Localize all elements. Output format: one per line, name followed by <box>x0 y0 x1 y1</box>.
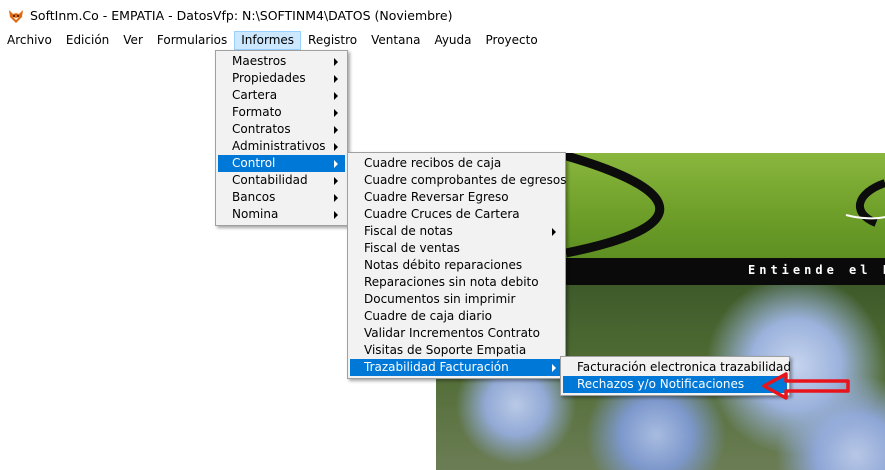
menu-item-label: Cuadre recibos de caja <box>364 156 502 170</box>
submenu-arrow-icon <box>334 211 338 219</box>
menu-item-label: Administrativos <box>232 139 326 153</box>
control-item-cuadre-comprobantes-de-egresos[interactable]: Cuadre comprobantes de egresos <box>350 172 567 189</box>
control-item-fiscal-de-ventas[interactable]: Fiscal de ventas <box>350 240 563 257</box>
menu-item-label: Fiscal de ventas <box>364 241 460 255</box>
menu-ventana[interactable]: Ventana <box>364 31 427 50</box>
banner-tagline: Entiende el Es <box>748 263 885 277</box>
informes-item-nomina[interactable]: Nomina <box>218 206 345 223</box>
menu-ayuda[interactable]: Ayuda <box>427 31 478 50</box>
submenu-arrow-icon <box>334 92 338 100</box>
title-bar: SoftInm.Co - EMPATIA - DatosVfp: N:\SOFT… <box>0 0 885 31</box>
menu-edicion[interactable]: Edición <box>59 31 116 50</box>
menu-item-label: Cuadre de caja diario <box>364 309 493 323</box>
menu-item-label: Visitas de Soporte Empatia <box>364 343 527 357</box>
menu-registro[interactable]: Registro <box>301 31 364 50</box>
informes-item-contratos[interactable]: Contratos <box>218 121 345 138</box>
menu-item-label: Propiedades <box>232 71 306 85</box>
window-title: SoftInm.Co - EMPATIA - DatosVfp: N:\SOFT… <box>30 8 453 23</box>
menu-item-label: Cuadre Reversar Egreso <box>364 190 509 204</box>
control-item-cuadre-reversar-egreso[interactable]: Cuadre Reversar Egreso <box>350 189 563 206</box>
informes-item-administrativos[interactable]: Administrativos <box>218 138 345 155</box>
menu-formularios[interactable]: Formularios <box>150 31 234 50</box>
informes-item-formato[interactable]: Formato <box>218 104 345 121</box>
menu-bar: Archivo Edición Ver Formularios Informes Regi… <box>0 31 885 50</box>
submenu-arrow-icon <box>334 58 338 66</box>
menu-item-label: Validar Incrementos Contrato <box>364 326 540 340</box>
menu-item-label: Contabilidad <box>232 173 308 187</box>
menu-item-label: Formato <box>232 105 282 119</box>
control-item-notas-debito-reparaciones[interactable]: Notas débito reparaciones <box>350 257 563 274</box>
menu-ver[interactable]: Ver <box>116 31 150 50</box>
menu-item-label: Cuadre Cruces de Cartera <box>364 207 520 221</box>
red-arrow-annotation <box>762 372 850 400</box>
control-item-cuadre-de-caja-diario[interactable]: Cuadre de caja diario <box>350 308 563 325</box>
menu-item-label: Bancos <box>232 190 276 204</box>
trazabilidad-submenu: Facturación electronica trazabilidad Rech… <box>560 356 791 396</box>
control-item-reparaciones-sin-nota-debito[interactable]: Reparaciones sin nota debito <box>350 274 563 291</box>
menu-item-label: Documentos sin imprimir <box>364 292 516 306</box>
informes-item-bancos[interactable]: Bancos <box>218 189 345 206</box>
menu-item-label: Trazabilidad Facturación <box>364 360 509 374</box>
menu-item-label: Cartera <box>232 88 278 102</box>
submenu-arrow-icon <box>334 109 338 117</box>
control-item-validar-incrementos-contrato[interactable]: Validar Incrementos Contrato <box>350 325 563 342</box>
submenu-arrow-icon <box>334 194 338 202</box>
fox-icon <box>9 9 23 23</box>
informes-item-propiedades[interactable]: Propiedades <box>218 70 345 87</box>
control-item-fiscal-de-notas[interactable]: Fiscal de notas <box>350 223 563 240</box>
menu-informes[interactable]: Informes <box>234 31 302 50</box>
informes-item-control[interactable]: Control <box>218 155 345 172</box>
submenu-arrow-icon <box>334 177 338 185</box>
submenu-arrow-icon <box>552 364 556 372</box>
submenu-arrow-icon <box>552 228 556 236</box>
menu-item-label: Rechazos y/o Notificaciones <box>577 377 745 391</box>
control-item-cuadre-recibos-de-caja[interactable]: Cuadre recibos de caja <box>350 155 563 172</box>
trazabilidad-item-rechazos-y-o-notificaciones[interactable]: Rechazos y/o Notificaciones <box>563 376 787 393</box>
menu-archivo[interactable]: Archivo <box>0 31 59 50</box>
submenu-arrow-icon <box>334 75 338 83</box>
control-item-trazabilidad-facturacion[interactable]: Trazabilidad Facturación <box>350 359 563 376</box>
control-item-documentos-sin-imprimir[interactable]: Documentos sin imprimir <box>350 291 563 308</box>
menu-item-label: Nomina <box>232 207 279 221</box>
informes-item-contabilidad[interactable]: Contabilidad <box>218 172 345 189</box>
menu-item-label: Control <box>232 156 276 170</box>
submenu-arrow-icon <box>334 160 338 168</box>
control-item-cuadre-cruces-de-cartera[interactable]: Cuadre Cruces de Cartera <box>350 206 563 223</box>
submenu-arrow-icon <box>334 126 338 134</box>
control-submenu: Cuadre recibos de caja Cuadre comprobante… <box>347 152 567 379</box>
menu-item-label: Fiscal de notas <box>364 224 453 238</box>
informes-item-cartera[interactable]: Cartera <box>218 87 345 104</box>
informes-item-maestros[interactable]: Maestros <box>218 53 345 70</box>
menu-item-label: Reparaciones sin nota debito <box>364 275 539 289</box>
informes-menu: Maestros Propiedades Cartera Formato Contrat… <box>215 50 348 226</box>
menu-item-label: Contratos <box>232 122 291 136</box>
trazabilidad-item-facturacion-electronica-trazabilidad[interactable]: Facturación electronica trazabilidad <box>563 359 791 376</box>
control-item-visitas-de-soporte-empatia[interactable]: Visitas de Soporte Empatia <box>350 342 563 359</box>
menu-item-label: Cuadre comprobantes de egresos <box>364 173 567 187</box>
submenu-arrow-icon <box>334 143 338 151</box>
menu-item-label: Facturación electronica trazabilidad <box>577 360 792 374</box>
menu-item-label: Maestros <box>232 54 287 68</box>
menu-item-label: Notas débito reparaciones <box>364 258 523 272</box>
menu-proyecto[interactable]: Proyecto <box>479 31 545 50</box>
